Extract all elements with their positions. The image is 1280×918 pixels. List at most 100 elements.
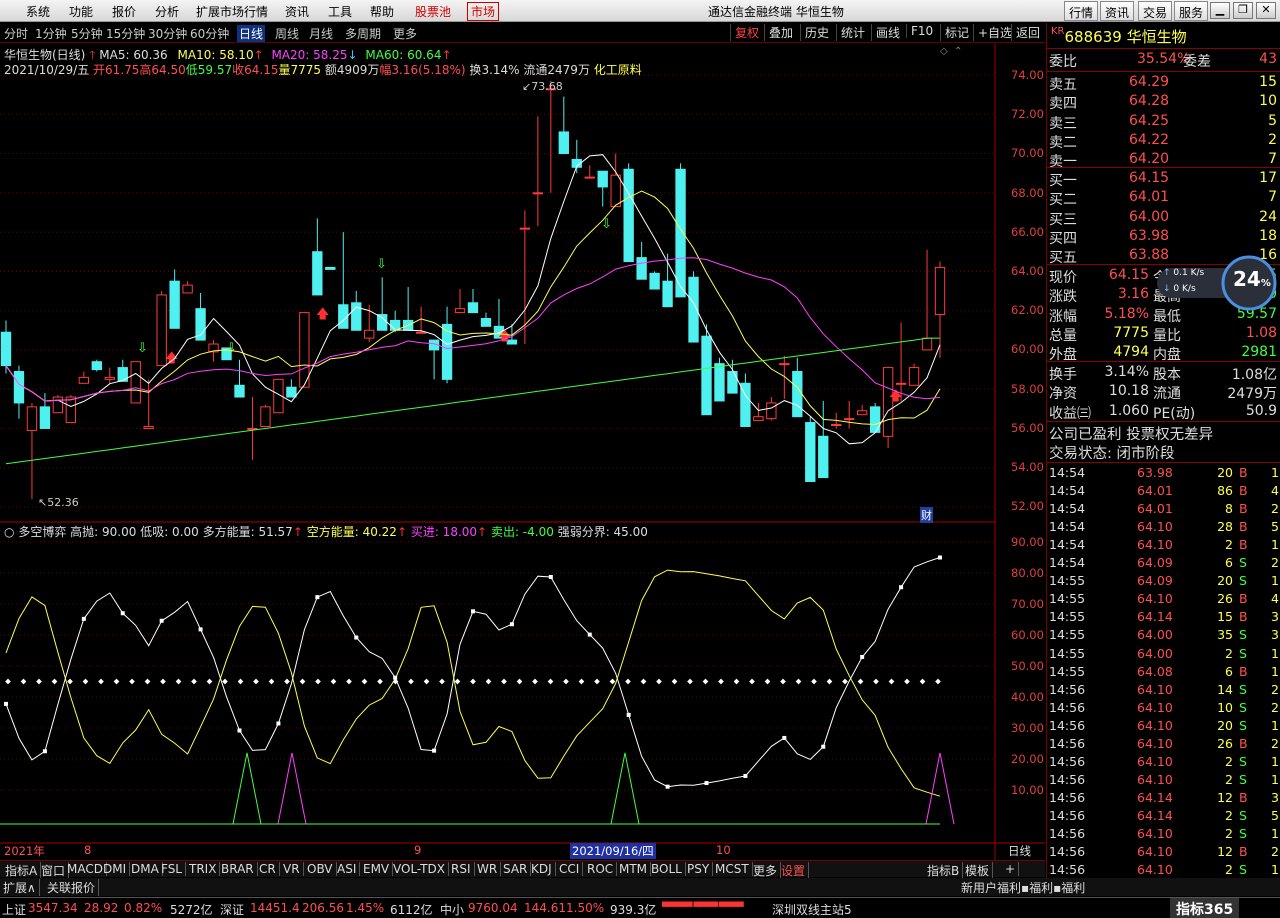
threshold-dot xyxy=(346,678,352,685)
menu-tools[interactable]: 工具 xyxy=(328,3,352,20)
period-5min[interactable]: 5分钟 xyxy=(71,25,103,42)
menu-quote[interactable]: 报价 xyxy=(112,3,136,20)
btn-mark[interactable]: 标记 xyxy=(940,24,973,41)
tab-dmi[interactable]: DMI xyxy=(100,862,131,876)
tab-right-1[interactable]: 模板 xyxy=(962,862,994,879)
index-zx-amount: 939.3亿 xyxy=(610,903,657,917)
tab-vol-tdx[interactable]: VOL-TDX xyxy=(390,862,449,876)
period-60min[interactable]: 60分钟 xyxy=(190,25,229,42)
bull-point xyxy=(432,748,437,753)
period-more[interactable]: 更多 xyxy=(393,25,417,42)
candle-body xyxy=(39,406,51,429)
bull-point xyxy=(899,585,904,590)
threshold-dot xyxy=(206,678,213,685)
tab-boll[interactable]: BOLL xyxy=(648,862,686,876)
candle-body xyxy=(818,435,829,479)
tab-更多[interactable]: 更多 xyxy=(750,862,782,879)
candle-body xyxy=(856,410,868,416)
price-tick-label: 52.00 xyxy=(1011,499,1044,514)
btn-stats[interactable]: 统计 xyxy=(836,24,869,41)
menu-news[interactable]: 资讯 xyxy=(285,3,309,20)
top-btn-quote[interactable]: 行情 xyxy=(1064,1,1099,21)
threshold-dot xyxy=(98,678,104,685)
asks-row[interactable]: 卖五 64.29 15 xyxy=(1049,74,1279,93)
price-tick-label: 74.00 xyxy=(1011,68,1044,82)
threshold-dot xyxy=(532,678,538,685)
bids-row[interactable]: 买一 64.15 17 xyxy=(1049,170,1279,189)
menu-function[interactable]: 功能 xyxy=(69,3,93,20)
bids-row[interactable]: 买四 63.98 18 xyxy=(1049,228,1279,247)
top-btn-trade[interactable]: 交易 xyxy=(1138,1,1173,21)
period-multi[interactable]: 多周期 xyxy=(345,25,381,42)
btn-draw[interactable]: 画线 xyxy=(871,24,904,41)
tab-fsl[interactable]: FSL xyxy=(158,862,186,876)
menu-stock-pool[interactable]: 股票池 xyxy=(415,3,451,20)
tab-sar[interactable]: SAR xyxy=(500,862,532,876)
minimize-icon[interactable]: ▁ xyxy=(1210,2,1230,19)
period-week[interactable]: 周线 xyxy=(275,25,299,42)
threshold-dot xyxy=(516,678,523,685)
server-name[interactable]: 深圳双线主站5 xyxy=(772,901,852,918)
tab-asi[interactable]: ASI xyxy=(334,862,361,876)
tab-roc[interactable]: ROC xyxy=(584,862,618,876)
btn-back[interactable]: 返回 xyxy=(1011,24,1044,41)
tab-rsi[interactable]: RSI xyxy=(448,862,475,876)
tab-mtm[interactable]: MTM xyxy=(616,862,652,876)
period-month[interactable]: 月线 xyxy=(309,25,333,42)
period-1min[interactable]: 1分钟 xyxy=(35,25,67,42)
period-15min[interactable]: 15分钟 xyxy=(106,25,145,42)
asks-row[interactable]: 卖四 64.28 10 xyxy=(1049,93,1279,112)
tab-cr[interactable]: CR xyxy=(256,862,280,876)
tab-kdj[interactable]: KDJ xyxy=(528,862,556,876)
candle-body xyxy=(377,314,388,331)
tab-trix[interactable]: TRIX xyxy=(186,862,221,876)
btn-history[interactable]: 历史 xyxy=(800,24,833,41)
bull-point xyxy=(860,654,865,659)
tab-right-0[interactable]: 指标B xyxy=(924,862,964,879)
btn-overlay[interactable]: 叠加 xyxy=(764,24,797,41)
menu-market[interactable]: 市场 xyxy=(467,2,500,21)
tab-cci[interactable]: CCI xyxy=(556,862,584,876)
kline-chart[interactable]: ⇩🡅⇩🡅⇩🡅⇩🡅 xyxy=(0,44,1046,864)
tab-emv[interactable]: EMV xyxy=(360,862,394,876)
tab-brar[interactable]: BRAR xyxy=(218,862,258,876)
restore-icon[interactable]: ❐ xyxy=(1233,2,1253,19)
asks-row[interactable]: 卖二 64.22 2 xyxy=(1049,132,1279,151)
period-day[interactable]: 日线 xyxy=(237,25,266,42)
period-tick[interactable]: 分时 xyxy=(4,25,28,42)
finance-badge[interactable]: 财 xyxy=(920,507,933,523)
top-btn-news[interactable]: 资讯 xyxy=(1100,1,1135,21)
threshold-dot xyxy=(5,678,11,685)
tab-extend[interactable]: 扩展∧ xyxy=(0,879,40,896)
index-zx-label[interactable]: 中小 xyxy=(440,901,464,918)
network-speed-widget[interactable]: 24% ↑ 0.1 K/s ↓ 0 K/s xyxy=(1157,253,1279,311)
menu-analysis[interactable]: 分析 xyxy=(155,3,179,20)
top-btn-service[interactable]: 服务 xyxy=(1174,1,1209,21)
close-icon[interactable]: ✕ xyxy=(1256,2,1276,19)
period-30min[interactable]: 30分钟 xyxy=(148,25,187,42)
tab-指标a[interactable]: 指标A xyxy=(2,862,42,879)
tab-设置[interactable]: 设置 xyxy=(778,862,810,879)
tab-wr[interactable]: WR xyxy=(474,862,502,876)
menu-help[interactable]: 帮助 xyxy=(370,3,394,20)
bids-row[interactable]: 买三 64.00 24 xyxy=(1049,209,1279,228)
menu-extended-market[interactable]: 扩展市场行情 xyxy=(196,3,268,20)
btn-add-favorite[interactable]: +自选 xyxy=(973,24,1016,41)
index-sz-label[interactable]: 深证 xyxy=(220,901,244,918)
btn-f10[interactable]: F10 xyxy=(906,24,937,38)
tab-right-2[interactable]: + xyxy=(1002,862,1020,876)
tab-psy[interactable]: PSY xyxy=(684,862,714,876)
tab-mcst[interactable]: MCST xyxy=(712,862,753,876)
menu-system[interactable]: 系统 xyxy=(26,3,50,20)
threshold-dot xyxy=(795,678,802,685)
tab-related-quote[interactable]: 关联报价 xyxy=(44,879,100,896)
index-sh-label[interactable]: 上证 xyxy=(2,901,26,918)
tab-obv[interactable]: OBV xyxy=(304,862,337,876)
tab-vr[interactable]: VR xyxy=(280,862,304,876)
indicator-tick-label: 70.00 xyxy=(1011,597,1044,611)
bids-row[interactable]: 买二 64.01 7 xyxy=(1049,189,1279,208)
btn-fuquan[interactable]: 复权 xyxy=(730,24,763,41)
promo-bar[interactable]: 新用户福利▪福利▪福利 xyxy=(958,879,1088,896)
asks-row[interactable]: 卖三 64.25 5 xyxy=(1049,113,1279,132)
bull-point xyxy=(938,555,942,560)
